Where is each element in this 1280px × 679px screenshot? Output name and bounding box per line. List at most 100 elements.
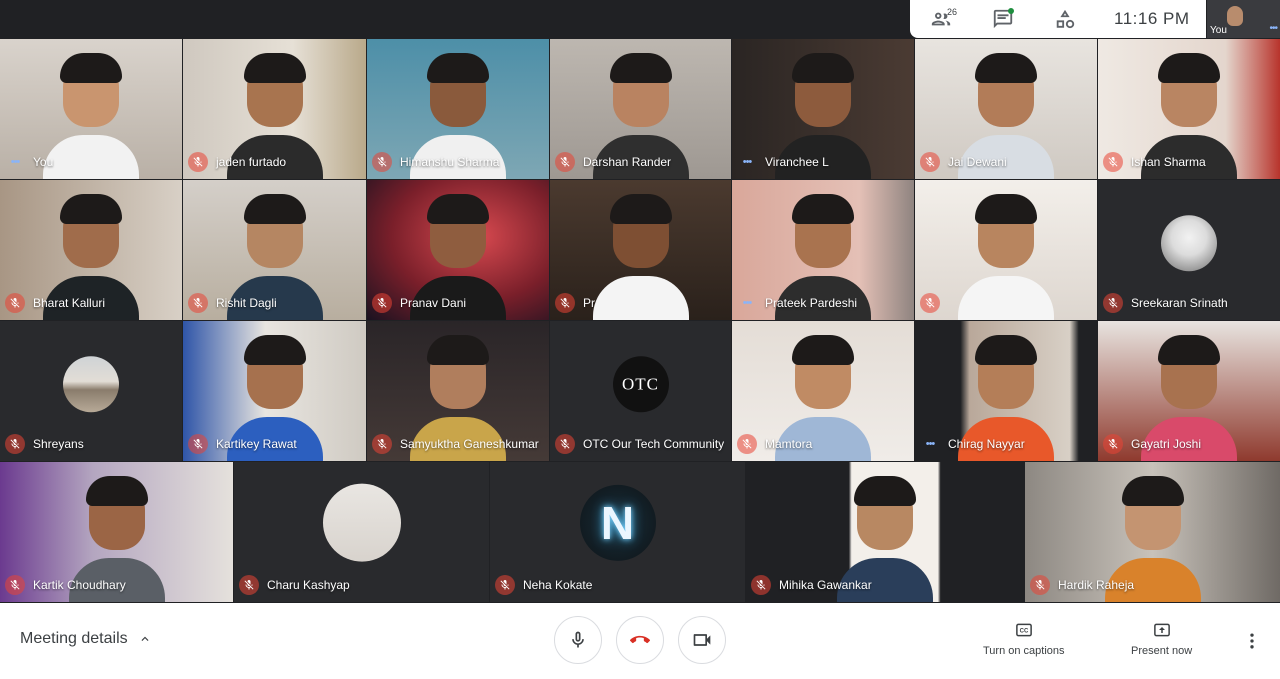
otc-logo-text: OTC	[622, 374, 659, 394]
more-options-button[interactable]	[1240, 629, 1264, 653]
mic-off-icon	[188, 152, 208, 172]
participant-tile[interactable]: N Neha Kokate	[490, 462, 745, 602]
participant-tile[interactable]: ••• Prateek Pardeshi	[732, 180, 914, 320]
self-label: You	[1210, 25, 1227, 36]
mic-off-icon	[495, 575, 515, 595]
figure-body	[43, 135, 139, 179]
participant-name: Rishit Dagli	[216, 296, 277, 310]
figure-hair	[975, 335, 1037, 365]
participant-name: Gayatri Joshi	[1131, 437, 1202, 451]
self-preview-face	[1227, 6, 1243, 26]
audio-level-icon: •••	[742, 297, 753, 309]
hang-up-icon	[630, 635, 650, 644]
mic-off-icon	[920, 152, 940, 172]
participant-tile[interactable]: Kartikey Rawat	[183, 321, 366, 461]
participant-name-row: Rishit Dagli	[188, 293, 277, 313]
top-info-panel: 26 11:16 PM	[910, 0, 1206, 38]
present-now-label: Present now	[1131, 645, 1193, 657]
participant-tile[interactable]: ••• You	[0, 39, 182, 179]
participant-tile[interactable]: Darshan Rander	[550, 39, 731, 179]
participant-tile[interactable]: Gayatri Joshi	[1098, 321, 1280, 461]
participant-avatar	[1161, 215, 1217, 272]
participant-tile[interactable]	[915, 180, 1097, 320]
mic-off-icon	[372, 152, 392, 172]
mic-off-icon	[1030, 575, 1050, 595]
camera-button[interactable]	[678, 616, 726, 664]
participant-avatar: N	[579, 484, 656, 561]
participant-avatar: OTC	[612, 356, 669, 413]
participant-tile[interactable]: Rishit Dagli	[183, 180, 366, 320]
microphone-button[interactable]	[554, 616, 602, 664]
participant-name-row: Jai Dewani	[920, 152, 1007, 172]
more-vert-icon	[1250, 633, 1254, 649]
figure-hair	[609, 194, 672, 224]
chat-notification-dot	[1008, 8, 1014, 14]
self-preview-tile[interactable]: You •••	[1207, 0, 1280, 38]
participant-tile[interactable]: OTC OTC Our Tech Community	[550, 321, 731, 461]
figure-hair	[792, 53, 854, 83]
figure-hair	[854, 476, 916, 506]
audio-level-icon: •••	[742, 156, 753, 168]
chat-button[interactable]	[972, 0, 1034, 38]
participant-tile[interactable]: Charu Kashyap	[234, 462, 489, 602]
participant-tile[interactable]: Bharat Kalluri	[0, 180, 182, 320]
mic-off-icon	[555, 434, 575, 454]
participant-name: Pranav Dani	[400, 296, 467, 310]
participant-name: Ishan Sharma	[1131, 155, 1206, 169]
participant-tile[interactable]: Mamtora	[732, 321, 914, 461]
meeting-details-button[interactable]: Meeting details	[20, 630, 152, 648]
mic-off-icon	[5, 434, 25, 454]
participant-video-figure	[592, 194, 689, 320]
figure-hair	[609, 53, 672, 83]
participant-name-row: Ishan Sharma	[1103, 152, 1206, 172]
figure-body	[592, 276, 689, 320]
participant-name-row: Kartik Choudhary	[5, 575, 126, 595]
mic-off-icon	[372, 293, 392, 313]
participant-tile[interactable]: Shreyans	[0, 321, 182, 461]
participant-tile[interactable]: ••• Chirag Nayyar	[915, 321, 1097, 461]
participant-tile[interactable]: Hardik Raheja	[1025, 462, 1280, 602]
participant-tile[interactable]: ••• Viranchee L	[732, 39, 914, 179]
participant-name-row: Kartikey Rawat	[188, 434, 297, 454]
participant-name-row: Himanshu Sharma	[372, 152, 499, 172]
participant-name-row: Neha Kokate	[495, 575, 592, 595]
participant-tile[interactable]: Kartik Choudhary	[0, 462, 233, 602]
mic-off-icon	[5, 575, 25, 595]
audio-indicator-icon: •••	[1269, 23, 1277, 34]
microphone-icon	[572, 631, 584, 648]
figure-hair	[85, 476, 148, 506]
participant-name: Shreyans	[33, 437, 84, 451]
participant-name: Himanshu Sharma	[400, 155, 500, 169]
participant-name: Samyuktha Ganeshkumar	[400, 437, 539, 451]
participant-tile[interactable]: Ishan Sharma	[1098, 39, 1280, 179]
participant-name: Mihika Gawankar	[779, 578, 872, 592]
participant-tile[interactable]: Mihika Gawankar	[746, 462, 1024, 602]
captions-label: Turn on captions	[983, 645, 1065, 657]
participant-tile[interactable]: Pranav Dani	[367, 180, 549, 320]
figure-hair	[975, 194, 1037, 224]
figure-hair	[60, 53, 122, 83]
participant-name-row: Pranav Dani	[372, 293, 466, 313]
present-now-button[interactable]: Present now	[1131, 621, 1192, 657]
participant-name-row: jaden furtado	[188, 152, 286, 172]
participant-name-row: Shreyans	[5, 434, 84, 454]
participant-name: Viranchee L	[765, 155, 829, 169]
mic-off-icon	[751, 575, 771, 595]
neon-letter-avatar: N	[600, 496, 635, 549]
captions-button[interactable]: CC Turn on captions	[983, 621, 1065, 657]
shapes-icon	[1056, 9, 1075, 29]
participant-name: Sreekaran Srinath	[1131, 296, 1228, 310]
people-button[interactable]: 26	[910, 0, 972, 38]
participant-tile[interactable]: Samyuktha Ganeshkumar	[367, 321, 549, 461]
participant-tile[interactable]: Pr	[550, 180, 731, 320]
figure-hair	[60, 194, 122, 224]
participant-tile[interactable]: Jai Dewani	[915, 39, 1097, 179]
activities-button[interactable]	[1034, 0, 1096, 38]
audio-level-icon: •••	[10, 156, 21, 168]
participant-tile[interactable]: Sreekaran Srinath	[1098, 180, 1280, 320]
mic-off-icon	[1103, 293, 1123, 313]
participant-tile[interactable]: jaden furtado	[183, 39, 366, 179]
mic-off-icon	[188, 434, 208, 454]
end-call-button[interactable]	[616, 616, 664, 664]
participant-tile[interactable]: Himanshu Sharma	[367, 39, 549, 179]
